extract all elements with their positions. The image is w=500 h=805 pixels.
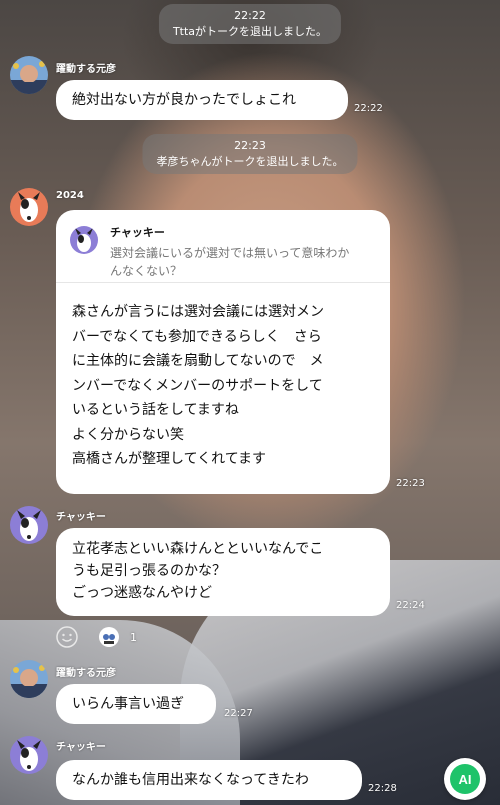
avatar[interactable] <box>10 660 48 698</box>
system-message: 22:22 Tttaがトークを退出しました。 <box>158 4 342 44</box>
sender-name: チャッキー <box>56 742 106 753</box>
message-text: なんか誰も信用出来なくなってきたわ <box>72 772 309 788</box>
message-bubble[interactable]: なんか誰も信用出来なくなってきたわ <box>56 760 362 800</box>
system-message-time: 22:22 <box>234 9 266 22</box>
avatar[interactable] <box>10 736 48 774</box>
message-line: 森さんが言うには選対会議には選対メン <box>72 304 324 320</box>
system-message-text: Tttaがトークを退出しました。 <box>172 25 328 38</box>
message-time: 22:22 <box>354 103 383 114</box>
quote-divider <box>56 282 390 283</box>
sender-name: チャッキー <box>56 512 106 523</box>
message-line: よく分からない笑 <box>72 426 184 443</box>
message-line: 立花孝志といい森けんとといいなんでこ <box>72 541 324 557</box>
quote-sender-name: チャッキー <box>110 226 165 239</box>
system-message-text: 孝彦ちゃんがトークを退出しました。 <box>156 155 344 168</box>
message-text: いらん事言い過ぎ <box>72 696 184 712</box>
message-text: 森さんが言うには選対会議には選対メン バーでなくても参加できるらしく さら に主… <box>72 300 324 472</box>
message-time: 22:23 <box>396 478 425 489</box>
ai-assistant-button[interactable]: AI <box>444 758 486 800</box>
message-bubble[interactable]: 絶対出ない方が良かったでしょこれ <box>56 80 348 120</box>
message-text: 絶対出ない方が良かったでしょこれ <box>72 92 296 108</box>
reaction-count: 1 <box>130 630 137 644</box>
message-line: ンバーでなくメンバーのサポートをして <box>72 377 323 394</box>
ai-button-label: AI <box>450 764 480 794</box>
message-time: 22:24 <box>396 600 425 611</box>
reaction-sticker-icon[interactable] <box>98 626 120 648</box>
message-line: ごっつ迷惑なんやけど <box>72 585 212 601</box>
message-bubble[interactable]: いらん事言い過ぎ <box>56 684 216 724</box>
sender-name: 躍動する元彦 <box>56 668 116 679</box>
message-line: バーでなくても参加できるらしく さら <box>72 328 322 345</box>
reply-message-bubble[interactable]: チャッキー 選対会議にいるが選対では無いって意味わかんなくない？ 森さんが言うに… <box>56 210 390 494</box>
avatar[interactable] <box>10 56 48 94</box>
message-line: うも足引っ張るのかな？ <box>72 563 226 579</box>
message-line: 高橋さんが整理してくれてます <box>72 451 267 467</box>
avatar[interactable] <box>10 188 48 226</box>
sender-name: 躍動する元彦 <box>56 64 116 75</box>
avatar[interactable] <box>10 506 48 544</box>
add-reaction-smiley-icon[interactable] <box>56 626 78 648</box>
message-line: に主体的に会議を扇動してないので メ <box>72 353 324 369</box>
sender-name: 2024 <box>56 190 84 201</box>
reaction-bar: 1 <box>56 626 137 648</box>
message-bubble[interactable]: 立花孝志といい森けんとといいなんでこ うも足引っ張るのかな？ ごっつ迷惑なんやけ… <box>56 528 390 616</box>
system-message: 22:23 孝彦ちゃんがトークを退出しました。 <box>142 134 358 174</box>
quote-avatar <box>70 226 98 254</box>
system-message-time: 22:23 <box>234 139 266 152</box>
quote-text: 選対会議にいるが選対では無いって意味わかんなくない？ <box>110 246 350 278</box>
message-line: いるという話をしてますね <box>72 402 239 418</box>
message-time: 22:28 <box>368 783 397 794</box>
message-time: 22:27 <box>224 708 253 719</box>
